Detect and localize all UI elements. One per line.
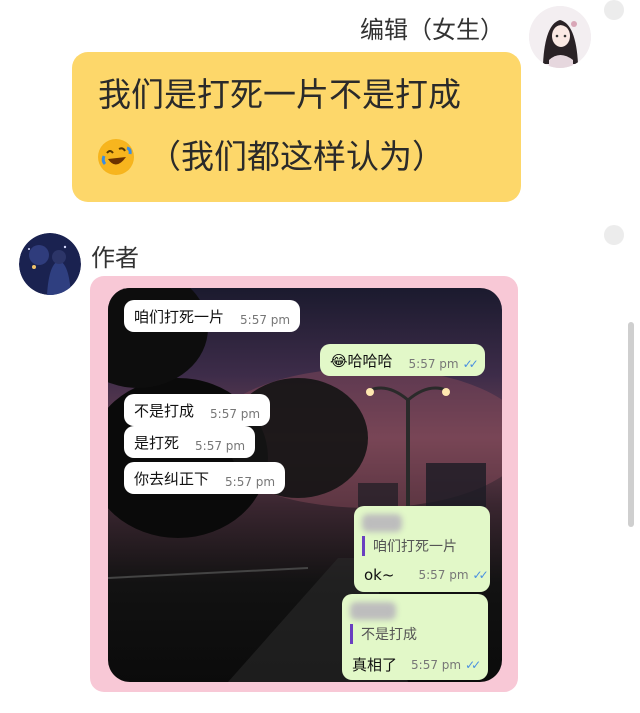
editor-message-bubble: 我们是打死一片不是打成 （我们都这样认为）: [72, 52, 521, 202]
editor-message-line2-row: （我们都这样认为）: [98, 134, 495, 180]
chat-message-left: 咱们打死一片 5:57 pm: [124, 300, 301, 332]
message-text: 你去纠正下: [134, 469, 210, 488]
read-receipt-icon: ✓✓: [465, 657, 481, 672]
message-time: 5:57 pm: [240, 313, 291, 327]
message-time: 5:57 pm: [418, 568, 469, 582]
laughing-emoji-icon: [98, 139, 134, 175]
read-receipt-icon: ✓✓: [462, 357, 479, 371]
message-text: 咱们打死一片: [134, 307, 225, 326]
editor-name: 编辑（女生）: [360, 16, 504, 44]
message-time: 5:57 pm: [210, 407, 261, 421]
reply-row: 真相了 5:57 pm ✓✓: [352, 654, 481, 675]
message-time: 5:57 pm: [408, 357, 459, 371]
reply-row: ok~ 5:57 pm ✓✓: [364, 566, 489, 584]
chat-screenshot-image[interactable]: 咱们打死一片 5:57 pm 😂哈哈哈 5:57 pm ✓✓ 不是打成 5:57…: [108, 288, 502, 682]
author-avatar[interactable]: [19, 233, 81, 295]
message-time: 5:57 pm: [411, 657, 462, 672]
redacted-name: [350, 602, 396, 620]
chat-reply-message: 不是打成 真相了 5:57 pm ✓✓: [342, 594, 488, 680]
menu-dot: [604, 225, 624, 245]
chat-message-left: 你去纠正下 5:57 pm: [124, 462, 286, 494]
chat-message-left: 是打死 5:57 pm: [124, 426, 256, 458]
message-text: 真相了: [352, 656, 398, 674]
editor-message-line2: （我们都这样认为）: [148, 137, 445, 176]
message-time: 5:57 pm: [195, 439, 246, 453]
chat-message-right: 😂哈哈哈 5:57 pm ✓✓: [320, 344, 485, 376]
editor-avatar[interactable]: [529, 6, 591, 68]
message-time: 5:57 pm: [225, 475, 276, 489]
quoted-message: 不是打成: [350, 624, 417, 644]
quoted-message: 咱们打死一片: [362, 536, 457, 556]
chat-message-left: 不是打成 5:57 pm: [124, 394, 271, 426]
message-text: 😂哈哈哈: [330, 351, 393, 370]
menu-dot: [604, 0, 624, 20]
message-text: 不是打成: [134, 401, 195, 420]
editor-message-line1: 我们是打死一片不是打成: [98, 75, 461, 114]
message-text: 是打死: [134, 433, 180, 452]
scrollbar[interactable]: [628, 322, 634, 527]
author-name: 作者: [91, 244, 139, 272]
redacted-name: [362, 514, 402, 532]
read-receipt-icon: ✓✓: [472, 568, 489, 582]
message-text: ok~: [364, 566, 395, 584]
chat-reply-message: 咱们打死一片 ok~ 5:57 pm ✓✓: [354, 506, 490, 592]
